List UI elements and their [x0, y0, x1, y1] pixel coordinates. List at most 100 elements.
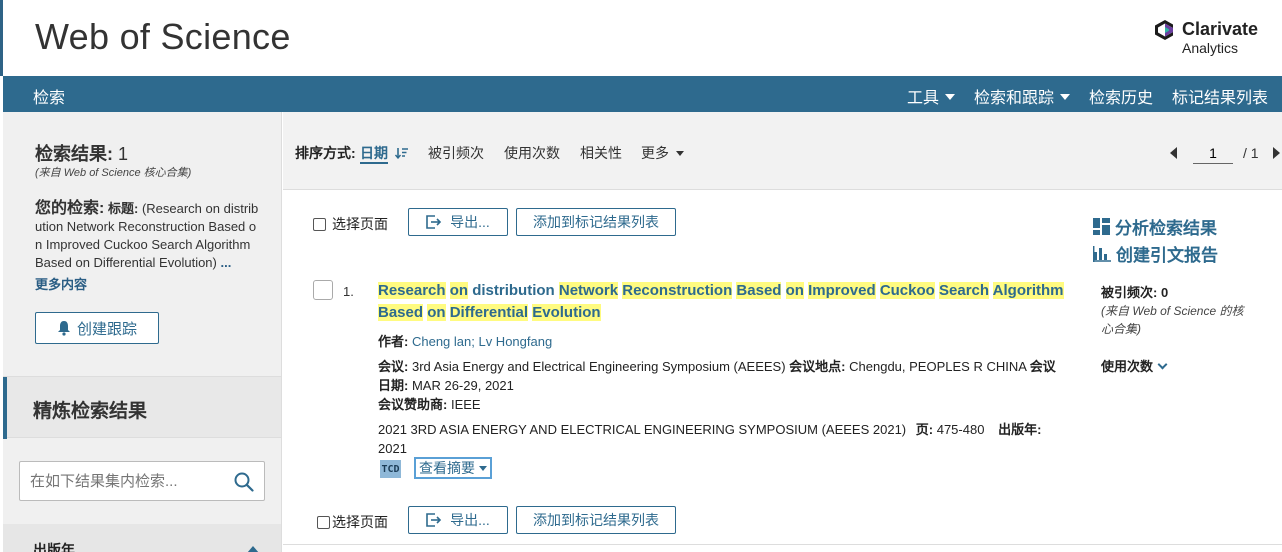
sort-by-times-cited[interactable]: 被引频次 [428, 143, 484, 163]
title-highlighted-term: on [449, 282, 469, 299]
app-header: Web of Science Clarivate Analytics [0, 0, 1282, 76]
refine-search-input[interactable] [30, 470, 220, 492]
export-button[interactable]: 导出... [408, 208, 508, 236]
title-text: distribution [468, 282, 559, 299]
results-count: 检索结果: 1 [35, 140, 128, 166]
title-highlighted-term: Improved [808, 282, 876, 299]
sort-by-usage[interactable]: 使用次数 [504, 143, 560, 163]
nav-menu: 工具 检索和跟踪 检索历史 标记结果列表 [888, 84, 1268, 108]
analyze-results-link[interactable]: 分析检索结果 [1093, 214, 1217, 239]
record-authors: 作者: Cheng lan; Lv Hongfang [378, 332, 1068, 351]
search-field-label: 标题: [107, 201, 139, 216]
app-title[interactable]: Web of Science [35, 16, 291, 58]
nav-search-and-track[interactable]: 检索和跟踪 [974, 84, 1070, 108]
caret-up-icon [247, 546, 259, 552]
sort-by-relevance[interactable]: 相关性 [580, 143, 622, 163]
refine-search-box [19, 461, 265, 501]
sort-label: 排序方式: [295, 145, 356, 161]
sort-more-dropdown[interactable]: 更多 [641, 143, 684, 163]
more-content-link[interactable]: 更多内容 [35, 274, 87, 293]
divider [283, 544, 1282, 545]
select-page-bottom[interactable]: 选择页面 [317, 512, 388, 532]
title-highlighted-term: Differential [449, 304, 529, 321]
title-highlighted-term: Cuckoo [879, 282, 935, 299]
citation-report-link[interactable]: 创建引文报告 [1093, 241, 1218, 266]
analyze-grid-icon [1093, 218, 1110, 235]
select-page-checkbox-bottom[interactable] [317, 515, 330, 529]
add-to-marked-list-button[interactable]: 添加到标记结果列表 [516, 208, 676, 236]
pages-value: 475-480 [936, 422, 985, 437]
nav-search[interactable]: 检索 [33, 84, 65, 108]
title-highlighted-term: Algorithm [992, 282, 1064, 299]
sort-by-date[interactable]: 日期 [360, 143, 409, 164]
sponsor-value: IEEE [450, 397, 481, 412]
brand-logo[interactable]: Clarivate Analytics [1153, 18, 1273, 58]
record-number: 1. [343, 284, 354, 299]
export-label: 导出... [450, 214, 490, 230]
caret-down-icon [1059, 94, 1070, 100]
title-highlighted-term: Research [378, 282, 446, 299]
authors-link[interactable]: Cheng lan; Lv Hongfang [412, 334, 552, 349]
facet-publication-year[interactable]: 出版年 [3, 524, 281, 552]
sort-date-label: 日期 [360, 145, 388, 164]
record-title-link[interactable]: Research on distribution Network Reconst… [378, 280, 1078, 324]
pages-label: 页: [915, 422, 934, 437]
page-number-input[interactable] [1193, 142, 1233, 164]
nav-marked-list[interactable]: 标记结果列表 [1172, 84, 1268, 108]
bell-icon [57, 321, 70, 336]
title-highlighted-term: Search [939, 282, 990, 299]
export-icon [426, 513, 442, 527]
title-highlighted-term: Evolution [532, 304, 601, 321]
chevron-down-icon [1157, 359, 1168, 369]
search-icon[interactable] [234, 472, 254, 492]
times-cited-label: 被引频次: [1101, 285, 1158, 300]
query-ellipsis-link[interactable]: ... [221, 255, 232, 270]
times-cited-source: (来自 Web of Science 的核心合集) [1101, 304, 1244, 336]
usage-label: 使用次数 [1101, 359, 1154, 374]
create-alert-button[interactable]: 创建跟踪 [35, 312, 159, 344]
record-source: 2021 3RD ASIA ENERGY AND ELECTRICAL ENGI… [378, 420, 1068, 458]
sort-more-label: 更多 [641, 145, 669, 161]
record-conference: 会议: 3rd Asia Energy and Electrical Engin… [378, 357, 1068, 395]
export-label-bottom: 导出... [450, 512, 490, 528]
view-abstract-label: 查看摘要 [419, 460, 475, 476]
title-text [781, 282, 785, 299]
export-button-bottom[interactable]: 导出... [408, 506, 508, 534]
add-to-marked-list-button-bottom[interactable]: 添加到标记结果列表 [516, 506, 676, 534]
conference-label: 会议: [378, 359, 409, 374]
location-label: 会议地点: [789, 359, 846, 374]
caret-down-icon [675, 151, 684, 156]
next-page-icon[interactable] [1272, 147, 1280, 159]
prev-page-icon[interactable] [1170, 147, 1177, 159]
title-highlighted-term: on [785, 282, 804, 299]
facet-title: 出版年 [33, 542, 75, 552]
sponsor-label: 会议赞助商: [378, 397, 448, 412]
select-page-top[interactable]: 选择页面 [313, 214, 388, 234]
source-note: (来自 Web of Science 核心合集) [35, 167, 192, 179]
view-abstract-button[interactable]: 查看摘要 [414, 457, 492, 479]
nav-search-history[interactable]: 检索历史 [1089, 84, 1153, 108]
title-highlighted-term: Network [558, 282, 619, 299]
sort-bar: 排序方式: 日期 被引频次 使用次数 相关性 更多 / 1 [283, 112, 1282, 190]
your-search-label: 您的检索: [35, 200, 105, 217]
usage-count-toggle[interactable]: 使用次数 [1101, 356, 1168, 375]
caret-down-icon [479, 465, 487, 471]
top-navigation: 检索 工具 检索和跟踪 检索历史 标记结果列表 [3, 76, 1282, 112]
select-page-checkbox[interactable] [313, 217, 326, 231]
title-highlighted-term: Reconstruction [622, 282, 733, 299]
nav-tools[interactable]: 工具 [907, 84, 955, 108]
title-highlighted-term: Based [736, 282, 782, 299]
refine-title: 精炼检索结果 [33, 401, 148, 422]
full-text-link-icon[interactable]: TCD [380, 460, 401, 478]
export-icon [426, 215, 442, 229]
title-highlighted-term: Based [378, 304, 424, 321]
date-value: MAR 26-29, 2021 [411, 378, 514, 393]
sidebar: 检索结果: 1 (来自 Web of Science 核心合集) 您的检索: 标… [3, 112, 282, 552]
results-number: 1 [118, 144, 129, 164]
year-value: 2021 [378, 441, 407, 456]
results-label: 检索结果: [35, 144, 113, 164]
citation-report-label: 创建引文报告 [1116, 246, 1218, 265]
nav-search-track-label: 检索和跟踪 [973, 90, 1054, 107]
nav-tools-label: 工具 [906, 90, 939, 107]
record-checkbox[interactable] [313, 280, 333, 300]
